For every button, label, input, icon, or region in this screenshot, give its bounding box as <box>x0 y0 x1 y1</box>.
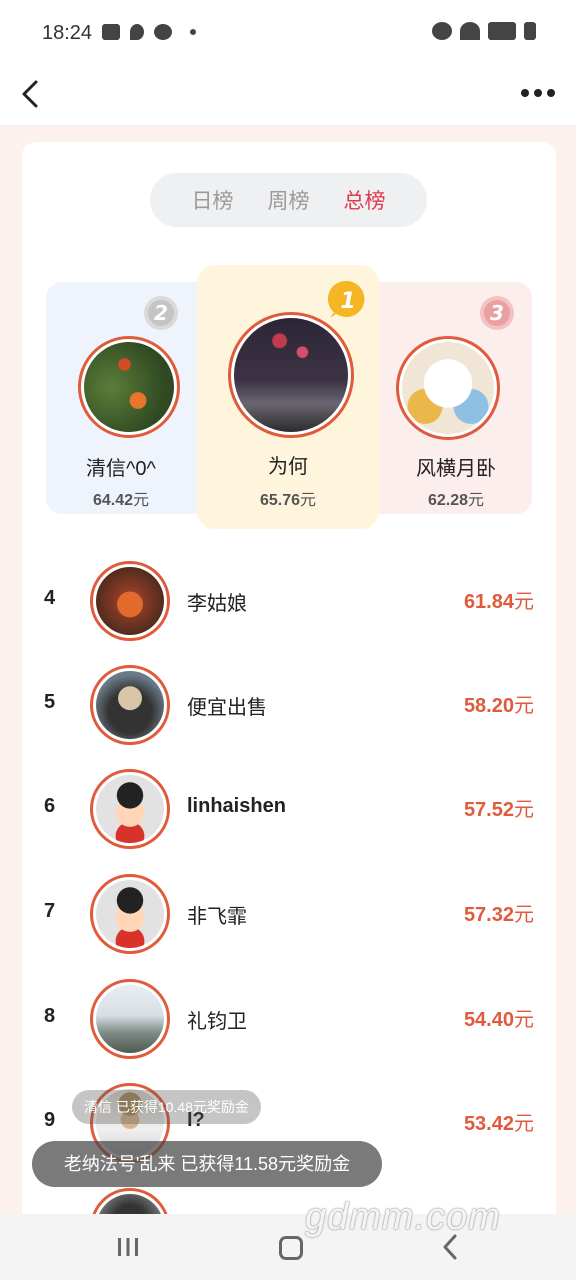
alarm-icon <box>432 22 452 40</box>
avatar <box>396 336 500 440</box>
amount-unit: 元 <box>514 695 534 717</box>
amount-unit: 元 <box>514 799 534 821</box>
reward-amount: 58.20元 <box>464 689 534 718</box>
wifi-icon <box>460 22 480 40</box>
rank-number: 6 <box>44 795 56 817</box>
amount-value: 58.20 <box>463 695 514 717</box>
list-item[interactable]: 7 非飞霏 57.32元 <box>44 872 534 956</box>
reward-amount: 57.52元 <box>464 793 534 822</box>
amount-unit: 元 <box>514 1113 534 1135</box>
more-notifications-icon <box>190 29 196 35</box>
gallery-icon <box>102 24 120 40</box>
svg-text:3: 3 <box>490 301 504 325</box>
podium-first-amount: 65.76元 <box>197 486 379 510</box>
period-tabs: 日榜 周榜 总榜 <box>150 173 427 227</box>
reward-amount: 57.32元 <box>464 898 534 927</box>
tab-daily[interactable]: 日榜 <box>192 185 234 215</box>
avatar <box>90 561 170 641</box>
amount-value: 57.32 <box>463 904 514 926</box>
reward-amount: 61.84元 <box>464 585 534 614</box>
user-name: 便宜出售 <box>187 697 267 719</box>
rank-number: 8 <box>44 1005 56 1027</box>
amount-value: 65.76 <box>259 492 301 509</box>
rank-number: 7 <box>44 900 56 922</box>
reward-amount: 54.40元 <box>464 1003 534 1032</box>
avatar <box>90 769 170 849</box>
svg-text:1: 1 <box>340 289 355 314</box>
back-arrow-icon[interactable] <box>18 72 48 116</box>
user-name: linhaishen <box>187 795 286 817</box>
amount-value: 54.40 <box>463 1009 514 1031</box>
reward-toast-faded: 清信 已获得10.48元奖励金 <box>72 1090 261 1124</box>
avatar <box>78 336 180 438</box>
podium-third-name: 风横月卧 <box>416 458 496 480</box>
podium-third-amount: 62.28元 <box>381 486 531 510</box>
tab-total[interactable]: 总榜 <box>344 185 386 215</box>
recent-apps-icon[interactable] <box>116 1236 140 1258</box>
rank-3-badge-icon: 3 <box>480 296 514 330</box>
podium-second-name: 清信^0^ <box>86 458 156 480</box>
signal-icon <box>488 22 516 40</box>
list-item[interactable]: 4 李姑娘 61.84元 <box>44 559 534 643</box>
reward-toast: 老纳法号'乱来 已获得11.58元奖励金 <box>32 1141 382 1187</box>
amount-unit: 元 <box>133 492 150 509</box>
amount-value: 62.28 <box>427 492 469 509</box>
system-icons <box>432 22 536 40</box>
user-name: 非飞霏 <box>187 906 247 928</box>
status-time: 18:24 <box>42 22 93 44</box>
user-name: 礼钧卫 <box>187 1011 247 1033</box>
avatar <box>90 874 170 954</box>
list-item[interactable]: 6 linhaishen 57.52元 <box>44 767 534 851</box>
more-options-icon[interactable] <box>520 84 556 102</box>
amount-value: 57.52 <box>463 799 514 821</box>
amount-value: 64.42 <box>92 492 134 509</box>
home-icon[interactable] <box>279 1236 303 1260</box>
amount-unit: 元 <box>514 1009 534 1031</box>
amount-value: 61.84 <box>463 591 514 613</box>
rank-number: 5 <box>44 691 56 713</box>
amount-value: 53.42 <box>463 1113 514 1135</box>
reward-amount: 53.42元 <box>464 1107 534 1136</box>
notification-icons <box>102 24 196 40</box>
location-icon <box>130 24 144 40</box>
rank-2-badge-icon: 2 <box>144 296 178 330</box>
amount-unit: 元 <box>300 492 317 509</box>
amount-unit: 元 <box>514 904 534 926</box>
list-item[interactable]: 5 便宜出售 58.20元 <box>44 663 534 747</box>
avatar <box>90 979 170 1059</box>
rank-1-badge-icon: 1 <box>327 280 365 318</box>
avatar <box>90 665 170 745</box>
rank-number: 4 <box>44 587 56 609</box>
amount-unit: 元 <box>514 591 534 613</box>
watermark: gdmm.com <box>305 1196 501 1238</box>
svg-text:2: 2 <box>154 301 168 325</box>
wechat-icon <box>154 24 172 40</box>
user-name: 李姑娘 <box>187 593 247 615</box>
amount-unit: 元 <box>468 492 485 509</box>
list-item[interactable]: 8 礼钧卫 54.40元 <box>44 977 534 1061</box>
battery-icon <box>524 22 536 40</box>
rank-number: 9 <box>44 1109 56 1131</box>
avatar <box>228 312 354 438</box>
tab-weekly[interactable]: 周榜 <box>268 185 310 215</box>
podium-second-amount: 64.42元 <box>46 486 196 510</box>
top-nav-bar <box>0 64 576 126</box>
status-bar: 18:24 <box>0 0 576 64</box>
podium-first-name: 为何 <box>268 456 308 478</box>
